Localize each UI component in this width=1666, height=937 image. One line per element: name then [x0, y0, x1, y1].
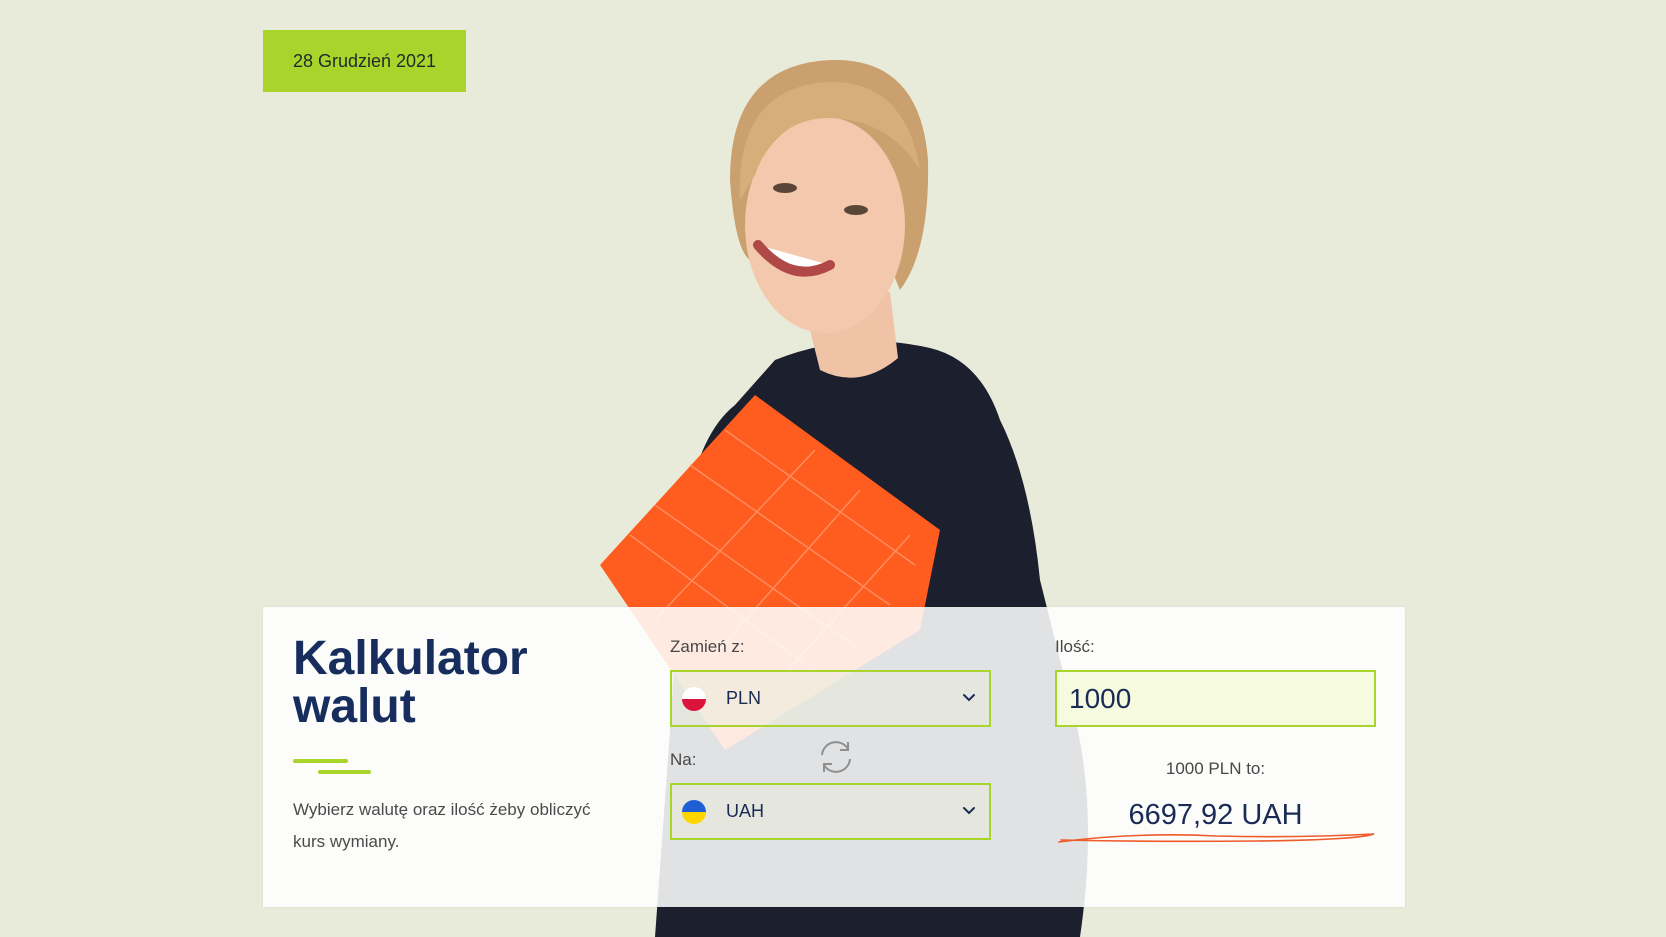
from-currency-value: PLN [726, 688, 762, 708]
from-currency-label: Zamień z: [670, 637, 745, 656]
title-underline [293, 759, 371, 774]
result-underline-scribble [1058, 833, 1375, 843]
chevron-down-icon [963, 807, 975, 815]
ukraine-flag-icon [682, 799, 706, 824]
amount-label: Ilość: [1055, 637, 1095, 656]
to-currency-select[interactable]: UAH [670, 783, 991, 840]
calculator-title: Kalkulator walut [293, 632, 528, 733]
to-currency-label: Na: [670, 750, 697, 769]
to-currency-value: UAH [726, 801, 765, 821]
amount-input[interactable] [1055, 670, 1376, 727]
chevron-down-icon [963, 694, 975, 702]
from-currency-select[interactable]: PLN [670, 670, 991, 727]
calculator-description: Wybierz walutę oraz ilość żeby obliczyć … [293, 800, 591, 851]
page: 28 Grudzień 2021 Kalkulator walut Wybier… [0, 0, 1666, 937]
swap-currencies-refresh-icon[interactable] [816, 737, 856, 777]
result-label: 1000 PLN to: [1165, 759, 1266, 778]
poland-flag-icon [682, 686, 706, 711]
currency-calculator-card: Kalkulator walut Wybierz walutę oraz ilo… [263, 607, 1405, 907]
date-badge: 28 Grudzień 2021 [263, 30, 466, 92]
